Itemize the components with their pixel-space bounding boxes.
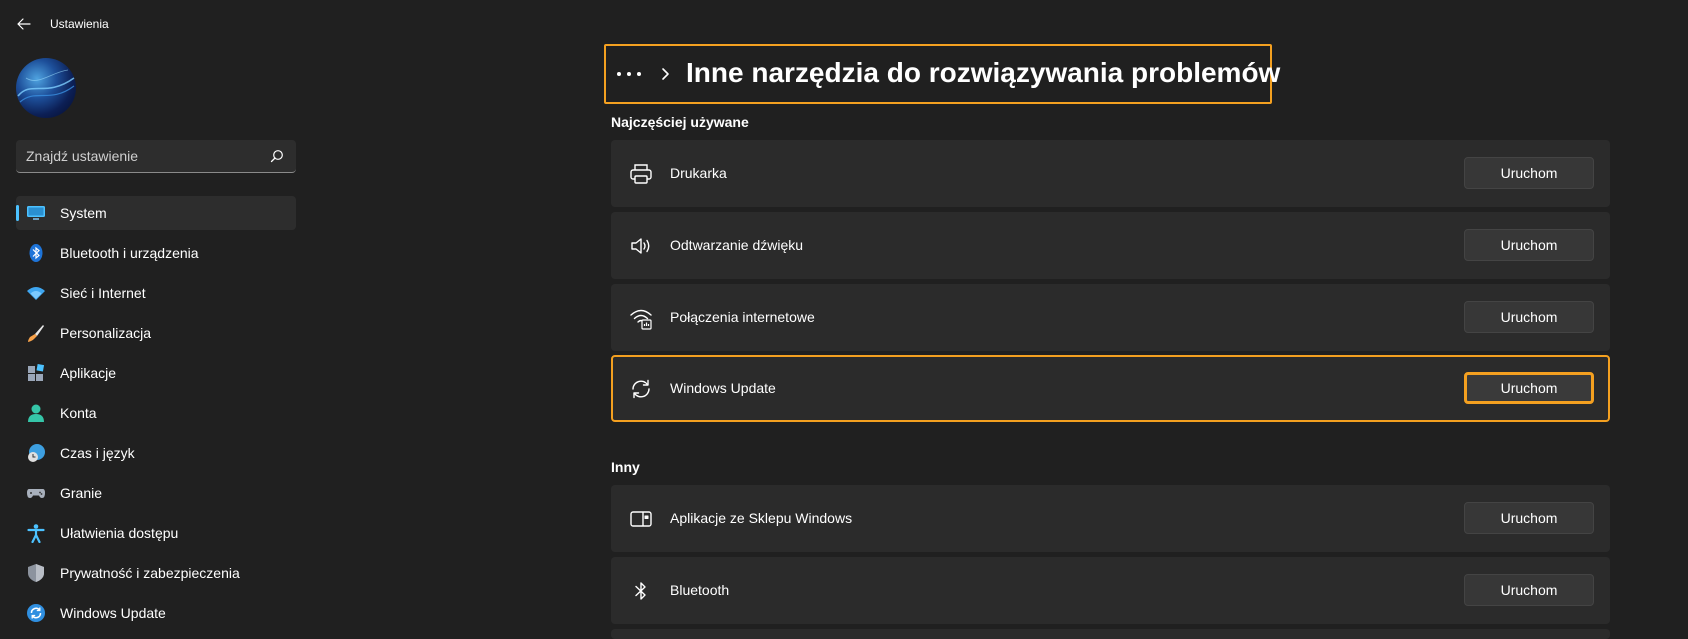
chevron-right-icon (662, 68, 669, 80)
back-arrow-icon (17, 18, 31, 30)
sidebar-item-bluetooth[interactable]: Bluetooth i urządzenia (16, 236, 296, 270)
monitor-icon (26, 203, 46, 223)
update-icon (26, 603, 46, 623)
troubleshooter-row-partial (611, 629, 1610, 639)
sidebar-item-gaming[interactable]: Granie (16, 476, 296, 510)
network-icon (630, 309, 652, 330)
section-title-other: Inny (611, 459, 640, 475)
sidebar-item-label: Bluetooth i urządzenia (60, 245, 199, 261)
sidebar-item-windows-update[interactable]: Windows Update (16, 596, 296, 630)
sidebar-item-time-language[interactable]: Czas i język (16, 436, 296, 470)
sidebar-item-personalization[interactable]: Personalizacja (16, 316, 296, 350)
sidebar-item-label: Prywatność i zabezpieczenia (60, 565, 240, 581)
bluetooth-icon (635, 582, 646, 600)
sidebar-item-label: Konta (60, 405, 97, 421)
run-printer-button[interactable]: Uruchom (1464, 157, 1594, 189)
breadcrumb-more-button[interactable] (616, 64, 642, 84)
sidebar-item-accessibility[interactable]: Ułatwienia dostępu (16, 516, 296, 550)
sidebar-item-apps[interactable]: Aplikacje (16, 356, 296, 390)
breadcrumb: Inne narzędzia do rozwiązywania problemó… (604, 44, 1280, 104)
run-bluetooth-button[interactable]: Uruchom (1464, 574, 1594, 606)
settings-search[interactable] (16, 140, 296, 173)
troubleshooter-row: Bluetooth Uruchom (611, 557, 1610, 624)
sidebar-nav: System Bluetooth i urządzenia Sieć i Int… (16, 196, 296, 636)
app-title: Ustawienia (50, 17, 109, 31)
back-button[interactable] (14, 14, 34, 34)
apps-icon (26, 363, 46, 383)
page-title: Inne narzędzia do rozwiązywania problemó… (686, 57, 1281, 88)
search-input[interactable] (26, 140, 256, 172)
run-internet-button[interactable]: Uruchom (1464, 301, 1594, 333)
sidebar-item-network[interactable]: Sieć i Internet (16, 276, 296, 310)
sidebar-item-label: Sieć i Internet (60, 285, 146, 301)
troubleshooter-row: Odtwarzanie dźwięku Uruchom (611, 212, 1610, 279)
sidebar-item-label: Windows Update (60, 605, 166, 621)
troubleshooter-label: Windows Update (670, 380, 776, 396)
wifi-icon (26, 283, 46, 303)
more-dots-icon (617, 72, 641, 76)
globe-clock-icon (26, 443, 46, 463)
troubleshooter-row: Połączenia internetowe Uruchom (611, 284, 1610, 351)
troubleshooter-row: Aplikacje ze Sklepu Windows Uruchom (611, 485, 1610, 552)
sidebar-item-system[interactable]: System (16, 196, 296, 230)
sidebar-item-label: System (60, 205, 107, 221)
sync-icon (632, 379, 650, 399)
sidebar-item-label: Ułatwienia dostępu (60, 525, 179, 541)
shield-icon (26, 563, 46, 583)
sidebar-item-label: Personalizacja (60, 325, 152, 341)
run-audio-button[interactable]: Uruchom (1464, 229, 1594, 261)
run-store-apps-button[interactable]: Uruchom (1464, 502, 1594, 534)
sidebar-item-accounts[interactable]: Konta (16, 396, 296, 430)
sidebar-item-label: Czas i język (60, 445, 135, 461)
title-bar: Ustawienia (0, 0, 1688, 48)
section-title-most-used: Najczęściej używane (611, 114, 749, 130)
avatar[interactable] (16, 58, 76, 118)
person-icon (26, 403, 46, 423)
troubleshooter-label: Bluetooth (670, 582, 730, 598)
gamepad-icon (26, 483, 46, 503)
troubleshooter-label: Aplikacje ze Sklepu Windows (670, 510, 853, 526)
troubleshooter-row-highlighted: Windows Update Uruchom (611, 355, 1610, 422)
troubleshooter-label: Odtwarzanie dźwięku (670, 237, 804, 253)
troubleshooter-row: Drukarka Uruchom (611, 140, 1610, 207)
printer-icon (630, 164, 652, 184)
speaker-icon (631, 238, 650, 254)
brush-icon (26, 323, 46, 343)
search-icon[interactable] (270, 149, 284, 163)
bluetooth-icon (26, 243, 46, 263)
accessibility-icon (26, 523, 46, 543)
sidebar-item-label: Granie (60, 485, 103, 501)
sidebar-item-privacy[interactable]: Prywatność i zabezpieczenia (16, 556, 296, 590)
troubleshooter-label: Połączenia internetowe (670, 309, 815, 325)
run-windows-update-button[interactable]: Uruchom (1464, 372, 1594, 404)
troubleshooter-label: Drukarka (670, 165, 727, 181)
store-app-icon (630, 511, 652, 527)
sidebar-item-label: Aplikacje (60, 365, 117, 381)
